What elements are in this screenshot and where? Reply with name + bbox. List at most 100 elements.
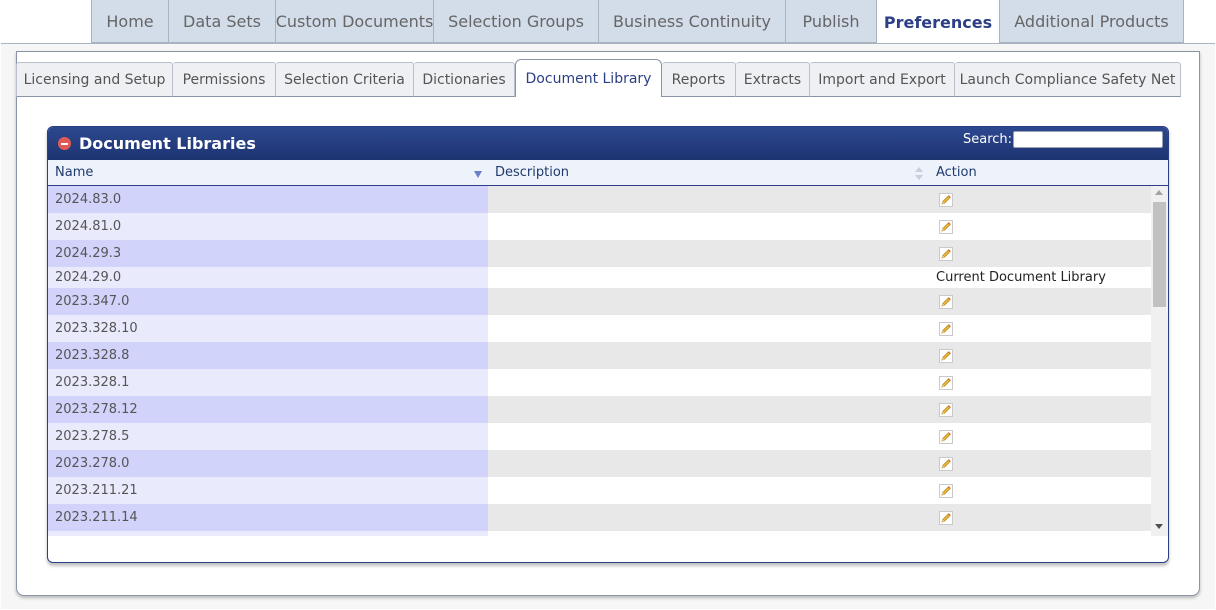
sub-tab-document-library[interactable]: Document Library: [515, 59, 662, 97]
table-row: 2024.29.3: [48, 240, 1151, 267]
cell-name: 2023.328.1: [48, 369, 488, 396]
table-row: 2023.278.5: [48, 423, 1151, 450]
cell-action: [936, 186, 1151, 213]
cell-description: [488, 315, 936, 342]
cell-action: [936, 342, 1151, 369]
pencil-edit-icon[interactable]: [939, 402, 953, 417]
sub-tab-reports[interactable]: Reports: [662, 62, 736, 97]
preferences-sub-tabs: Licensing and Setup Permissions Selection …: [16, 59, 1181, 97]
table-row: 2023.347.0: [48, 288, 1151, 315]
table-row: 2024.29.0 Current Document Library: [48, 267, 1151, 288]
column-header-action: Action: [936, 165, 977, 180]
cell-description: [488, 504, 936, 531]
current-library-label: Current Document Library: [936, 270, 1106, 285]
sub-tab-permissions[interactable]: Permissions: [173, 62, 276, 97]
cell-action: [936, 504, 1151, 531]
cell-name: 2023.328.8: [48, 342, 488, 369]
panel-header: Document Libraries Search:: [48, 127, 1168, 160]
cell-name: 2023.278.12: [48, 396, 488, 423]
table-row: 2023.328.1: [48, 369, 1151, 396]
pencil-edit-icon[interactable]: [939, 321, 953, 336]
document-libraries-panel: Document Libraries Search: Name Descript…: [47, 126, 1169, 563]
pencil-edit-icon[interactable]: [939, 192, 953, 207]
top-tab-business-continuity[interactable]: Business Continuity: [599, 0, 786, 43]
cell-name: 2023.278.5: [48, 423, 488, 450]
top-navigation-bar: Home Data Sets Custom Documents Selection G…: [0, 0, 1216, 44]
sub-tab-import-and-export[interactable]: Import and Export: [810, 62, 955, 97]
sub-tab-selection-criteria[interactable]: Selection Criteria: [276, 62, 414, 97]
table-row: 2023.278.0: [48, 450, 1151, 477]
cell-description: [488, 396, 936, 423]
column-header-name[interactable]: Name: [55, 165, 93, 180]
pencil-edit-icon[interactable]: [939, 294, 953, 309]
pencil-edit-icon[interactable]: [939, 348, 953, 363]
pencil-edit-icon[interactable]: [939, 246, 953, 261]
search-label: Search:: [963, 132, 1013, 147]
pencil-edit-icon[interactable]: [939, 510, 953, 525]
cell-action: [936, 423, 1151, 450]
cell-name: 2024.81.0: [48, 213, 488, 240]
cell-description: [488, 186, 936, 213]
cell-description: [488, 450, 936, 477]
cell-action: [936, 477, 1151, 504]
top-tab-preferences[interactable]: Preferences: [877, 0, 1000, 44]
sort-desc-icon[interactable]: [474, 171, 482, 178]
vertical-scrollbar[interactable]: [1151, 186, 1168, 536]
table-row: 2023.278.12: [48, 396, 1151, 423]
cell-action: [936, 369, 1151, 396]
cell-description: [488, 342, 936, 369]
sub-tab-dictionaries[interactable]: Dictionaries: [414, 62, 515, 97]
scroll-down-arrow-icon[interactable]: [1155, 524, 1163, 529]
pencil-edit-icon[interactable]: [939, 375, 953, 390]
cell-action: [936, 396, 1151, 423]
cell-action: [936, 213, 1151, 240]
column-header-description[interactable]: Description: [495, 165, 569, 180]
cell-name: 2023.347.0: [48, 288, 488, 315]
top-tab-selection-groups[interactable]: Selection Groups: [434, 0, 599, 43]
cell-description: [488, 288, 936, 315]
cell-name: 2023.328.10: [48, 315, 488, 342]
cell-description: [488, 369, 936, 396]
pencil-edit-icon[interactable]: [939, 456, 953, 471]
cell-description: [488, 531, 936, 536]
pencil-edit-icon[interactable]: [939, 219, 953, 234]
sub-tab-licensing-and-setup[interactable]: Licensing and Setup: [16, 62, 173, 97]
cell-name: 2024.83.0: [48, 186, 488, 213]
cell-name: 2023.278.0: [48, 450, 488, 477]
cell-action: [936, 315, 1151, 342]
table-row: 2023.211.14: [48, 504, 1151, 531]
cell-action: [936, 240, 1151, 267]
sub-tab-extracts[interactable]: Extracts: [736, 62, 810, 97]
cell-description: [488, 477, 936, 504]
collapse-icon[interactable]: [58, 137, 71, 150]
scroll-up-arrow-icon[interactable]: [1155, 190, 1163, 195]
cell-description: [488, 267, 936, 288]
cell-action: [936, 531, 1151, 536]
table-row: 2023.328.8: [48, 342, 1151, 369]
top-tab-custom-documents[interactable]: Custom Documents: [276, 0, 434, 43]
cell-description: [488, 423, 936, 450]
table-row: [48, 531, 1151, 536]
cell-name: 2024.29.3: [48, 240, 488, 267]
cell-name: 2024.29.0: [48, 267, 488, 288]
sub-tab-launch-compliance-safety-net[interactable]: Launch Compliance Safety Net: [955, 62, 1181, 97]
search-input[interactable]: [1013, 131, 1163, 148]
pencil-edit-icon[interactable]: [939, 429, 953, 444]
scrollbar-thumb[interactable]: [1153, 202, 1166, 307]
top-tab-additional-products[interactable]: Additional Products: [1000, 0, 1184, 43]
top-tab-home[interactable]: Home: [91, 0, 169, 43]
panel-title: Document Libraries: [79, 134, 256, 153]
table-header: Name Description Action: [48, 160, 1168, 186]
cell-description: [488, 213, 936, 240]
top-tabs: Home Data Sets Custom Documents Selection G…: [91, 0, 1184, 44]
cell-name: 2023.211.21: [48, 477, 488, 504]
table-row: 2024.83.0: [48, 186, 1151, 213]
cell-action: Current Document Library: [936, 267, 1151, 288]
pencil-edit-icon[interactable]: [939, 483, 953, 498]
top-tab-publish[interactable]: Publish: [786, 0, 877, 43]
top-tab-data-sets[interactable]: Data Sets: [169, 0, 276, 43]
cell-description: [488, 240, 936, 267]
table-row: 2024.81.0: [48, 213, 1151, 240]
table-row: 2023.328.10: [48, 315, 1151, 342]
sort-both-icon[interactable]: [915, 167, 923, 181]
